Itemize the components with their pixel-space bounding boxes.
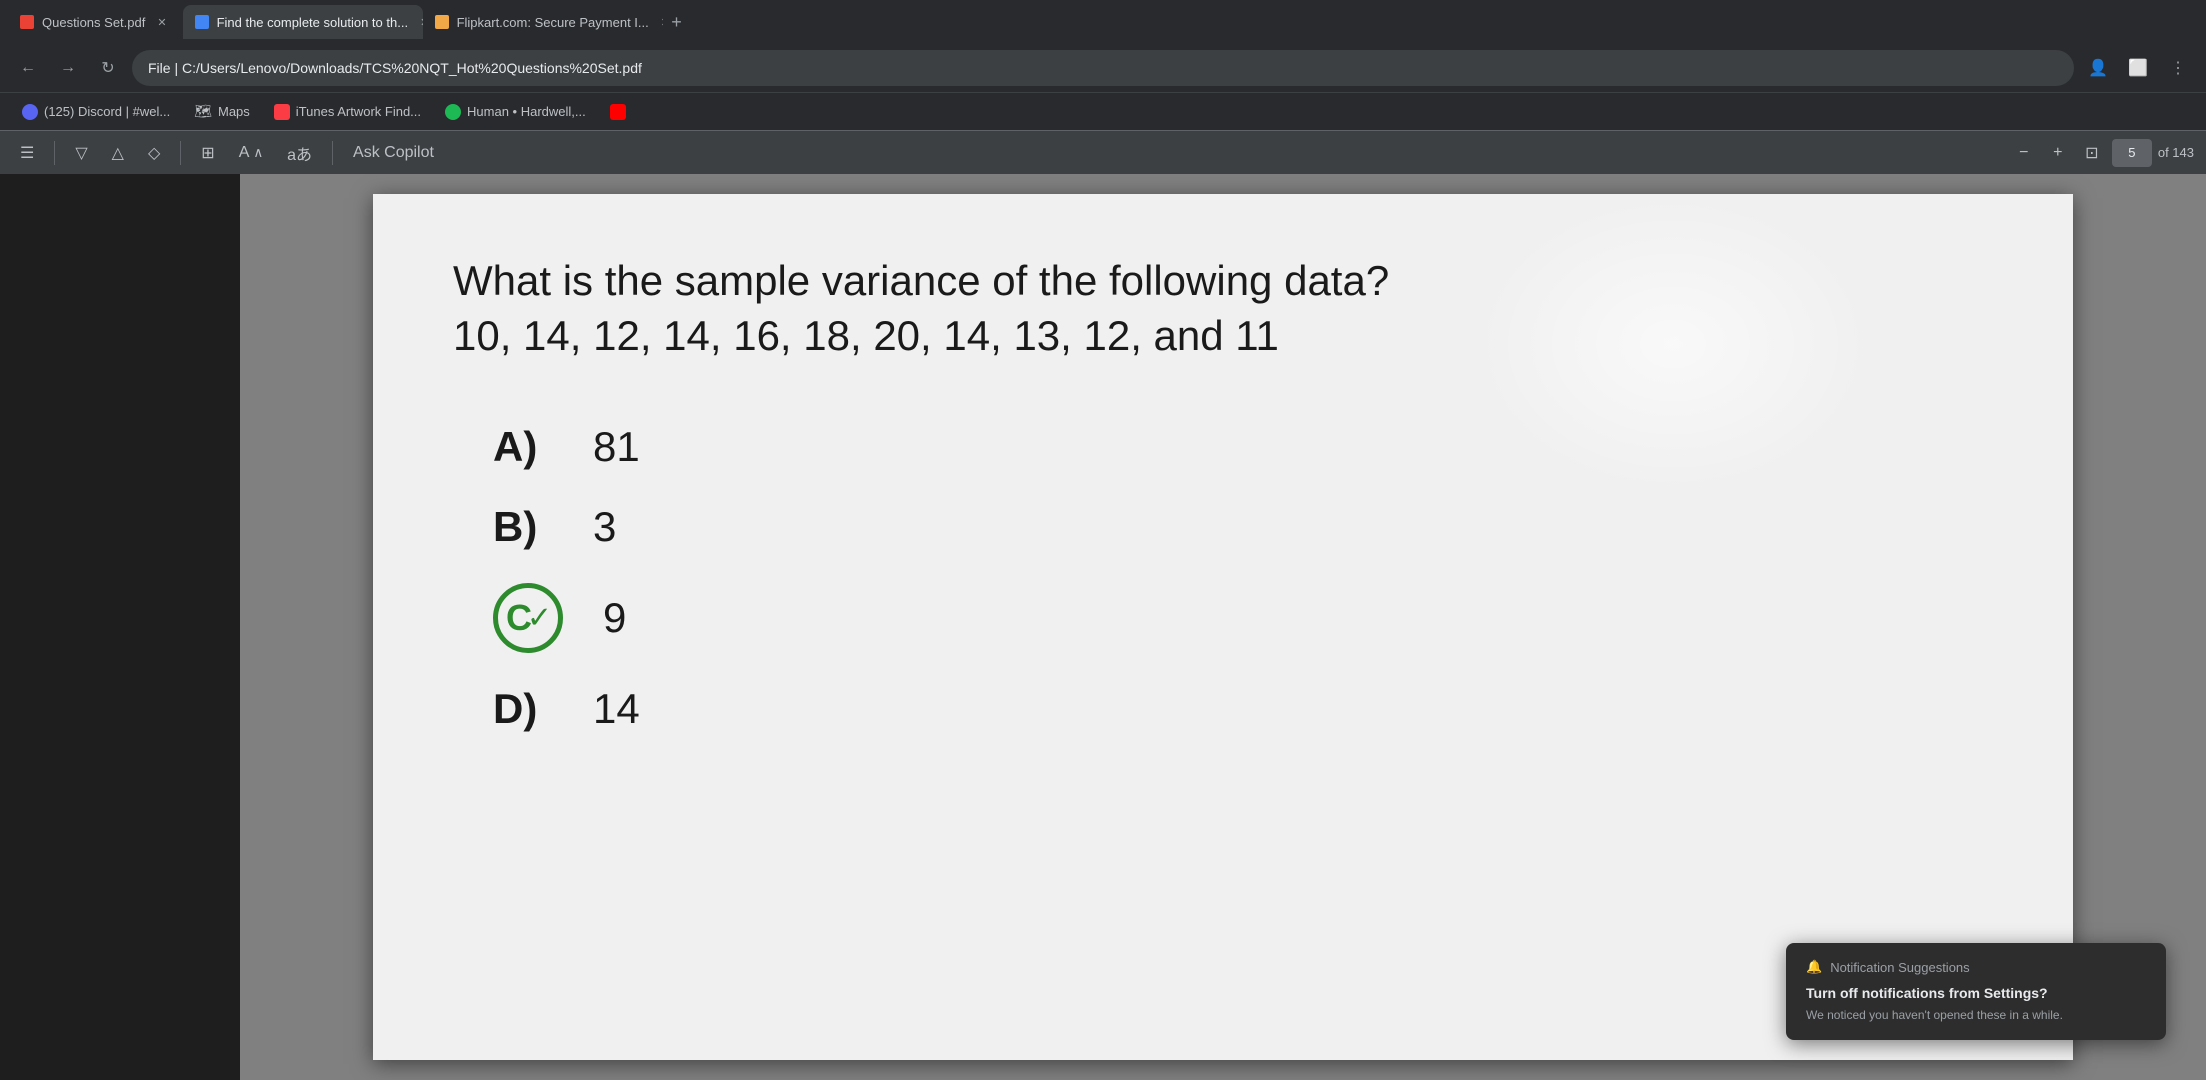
account-icon[interactable]: 👤 [2082,52,2114,84]
notification-body: We noticed you haven't opened these in a… [1806,1007,2146,1024]
text-box-button[interactable]: ⊞ [193,139,222,167]
maps-icon: 🗺 [194,103,212,120]
filter-up-button[interactable]: △ [104,139,132,167]
zoom-minus-button[interactable]: − [2010,139,2038,167]
bookmarks-bar: (125) Discord | #wel... 🗺 Maps iTunes Ar… [0,92,2206,130]
bookmark-itunes-label: iTunes Artwork Find... [296,104,421,119]
tab-flipkart-close[interactable]: ✕ [657,14,663,31]
text-size-button[interactable]: A∧ [231,140,271,166]
tab-pdf-favicon [20,15,34,29]
youtube-icon [610,104,626,120]
reload-button[interactable]: ↻ [92,52,124,84]
bookmark-discord-label: (125) Discord | #wel... [44,104,170,119]
pdf-page-control: − + ⊡ of 143 [2010,139,2194,167]
current-page-input[interactable] [2112,139,2152,167]
option-a-value: 81 [593,423,640,471]
question-text: What is the sample variance of the follo… [453,254,1993,363]
tab-pdf[interactable]: Questions Set.pdf ✕ [8,5,183,39]
option-d-label: D) [493,685,553,733]
tab-pdf-label: Questions Set.pdf [42,15,145,30]
toolbar-separator-2 [180,141,181,165]
tab-flipkart-favicon [435,15,449,29]
spotify-icon [445,104,461,120]
option-c-value: 9 [603,594,626,642]
notification-header: 🔔 Notification Suggestions [1806,959,2146,975]
forward-button[interactable]: → [52,52,84,84]
address-bar: ← → ↻ 👤 ⬜ ⋮ [0,44,2206,92]
browser-icons: 👤 ⬜ ⋮ [2082,52,2194,84]
extensions-icon[interactable]: ⬜ [2122,52,2154,84]
more-options-icon[interactable]: ⋮ [2162,52,2194,84]
total-pages-label: of 143 [2158,145,2194,160]
eraser-button[interactable]: ◇ [140,139,168,167]
toolbar-separator-3 [332,141,333,165]
add-tab-button[interactable]: + [663,8,691,36]
back-button[interactable]: ← [12,52,44,84]
pdf-page: What is the sample variance of the follo… [373,194,2073,1060]
bookmark-maps-label: Maps [218,104,250,119]
ask-copilot-label: Ask Copilot [353,144,434,162]
address-input[interactable] [132,50,2074,86]
tab-find-solution-label: Find the complete solution to th... [217,15,409,30]
option-a-label: A) [493,423,553,471]
tab-flipkart-label: Flipkart.com: Secure Payment I... [457,15,649,30]
option-d: D) 14 [493,685,1993,733]
bookmark-human-hardwell[interactable]: Human • Hardwell,... [435,100,596,124]
browser-chrome: Questions Set.pdf ✕ Find the complete so… [0,0,2206,174]
bookmark-itunes[interactable]: iTunes Artwork Find... [264,100,431,124]
bookmark-human-hardwell-label: Human • Hardwell,... [467,104,586,119]
bookmark-discord[interactable]: (125) Discord | #wel... [12,100,180,124]
discord-icon [22,104,38,120]
filter-down-button[interactable]: ▽ [67,139,95,167]
tab-pdf-close[interactable]: ✕ [153,14,170,31]
option-b: B) 3 [493,503,1993,551]
toolbar-separator-1 [54,141,55,165]
tab-search-favicon [195,15,209,29]
correct-answer-indicator [493,583,563,653]
notification-header-text: Notification Suggestions [1830,960,1969,975]
fit-page-button[interactable]: ⊡ [2078,139,2106,167]
options-container: A) 81 B) 3 9 D) 14 [493,423,1993,733]
zoom-plus-button[interactable]: + [2044,139,2072,167]
bookmark-maps[interactable]: 🗺 Maps [184,99,260,124]
tab-bar: Questions Set.pdf ✕ Find the complete so… [0,0,2206,44]
option-d-value: 14 [593,685,640,733]
option-a: A) 81 [493,423,1993,471]
option-b-value: 3 [593,503,616,551]
list-tool-button[interactable]: ☰ [12,139,42,167]
notification-title: Turn off notifications from Settings? [1806,985,2146,1001]
option-b-label: B) [493,503,553,551]
notification-icon: 🔔 [1806,959,1822,975]
option-c: 9 [493,583,1993,653]
tab-find-solution[interactable]: Find the complete solution to th... ✕ [183,5,423,39]
notification-popup: 🔔 Notification Suggestions Turn off noti… [1786,943,2166,1040]
tab-find-solution-close[interactable]: ✕ [416,14,423,31]
left-sidebar [0,174,240,1080]
itunes-icon [274,104,290,120]
pdf-toolbar: ☰ ▽ △ ◇ ⊞ A∧ aあ Ask Copilot − + ⊡ of 143 [0,130,2206,174]
tab-flipkart[interactable]: Flipkart.com: Secure Payment I... ✕ [423,5,663,39]
ask-copilot-button[interactable]: Ask Copilot [345,140,442,166]
bookmark-youtube[interactable] [600,100,636,124]
translate-button[interactable]: aあ [279,137,320,169]
